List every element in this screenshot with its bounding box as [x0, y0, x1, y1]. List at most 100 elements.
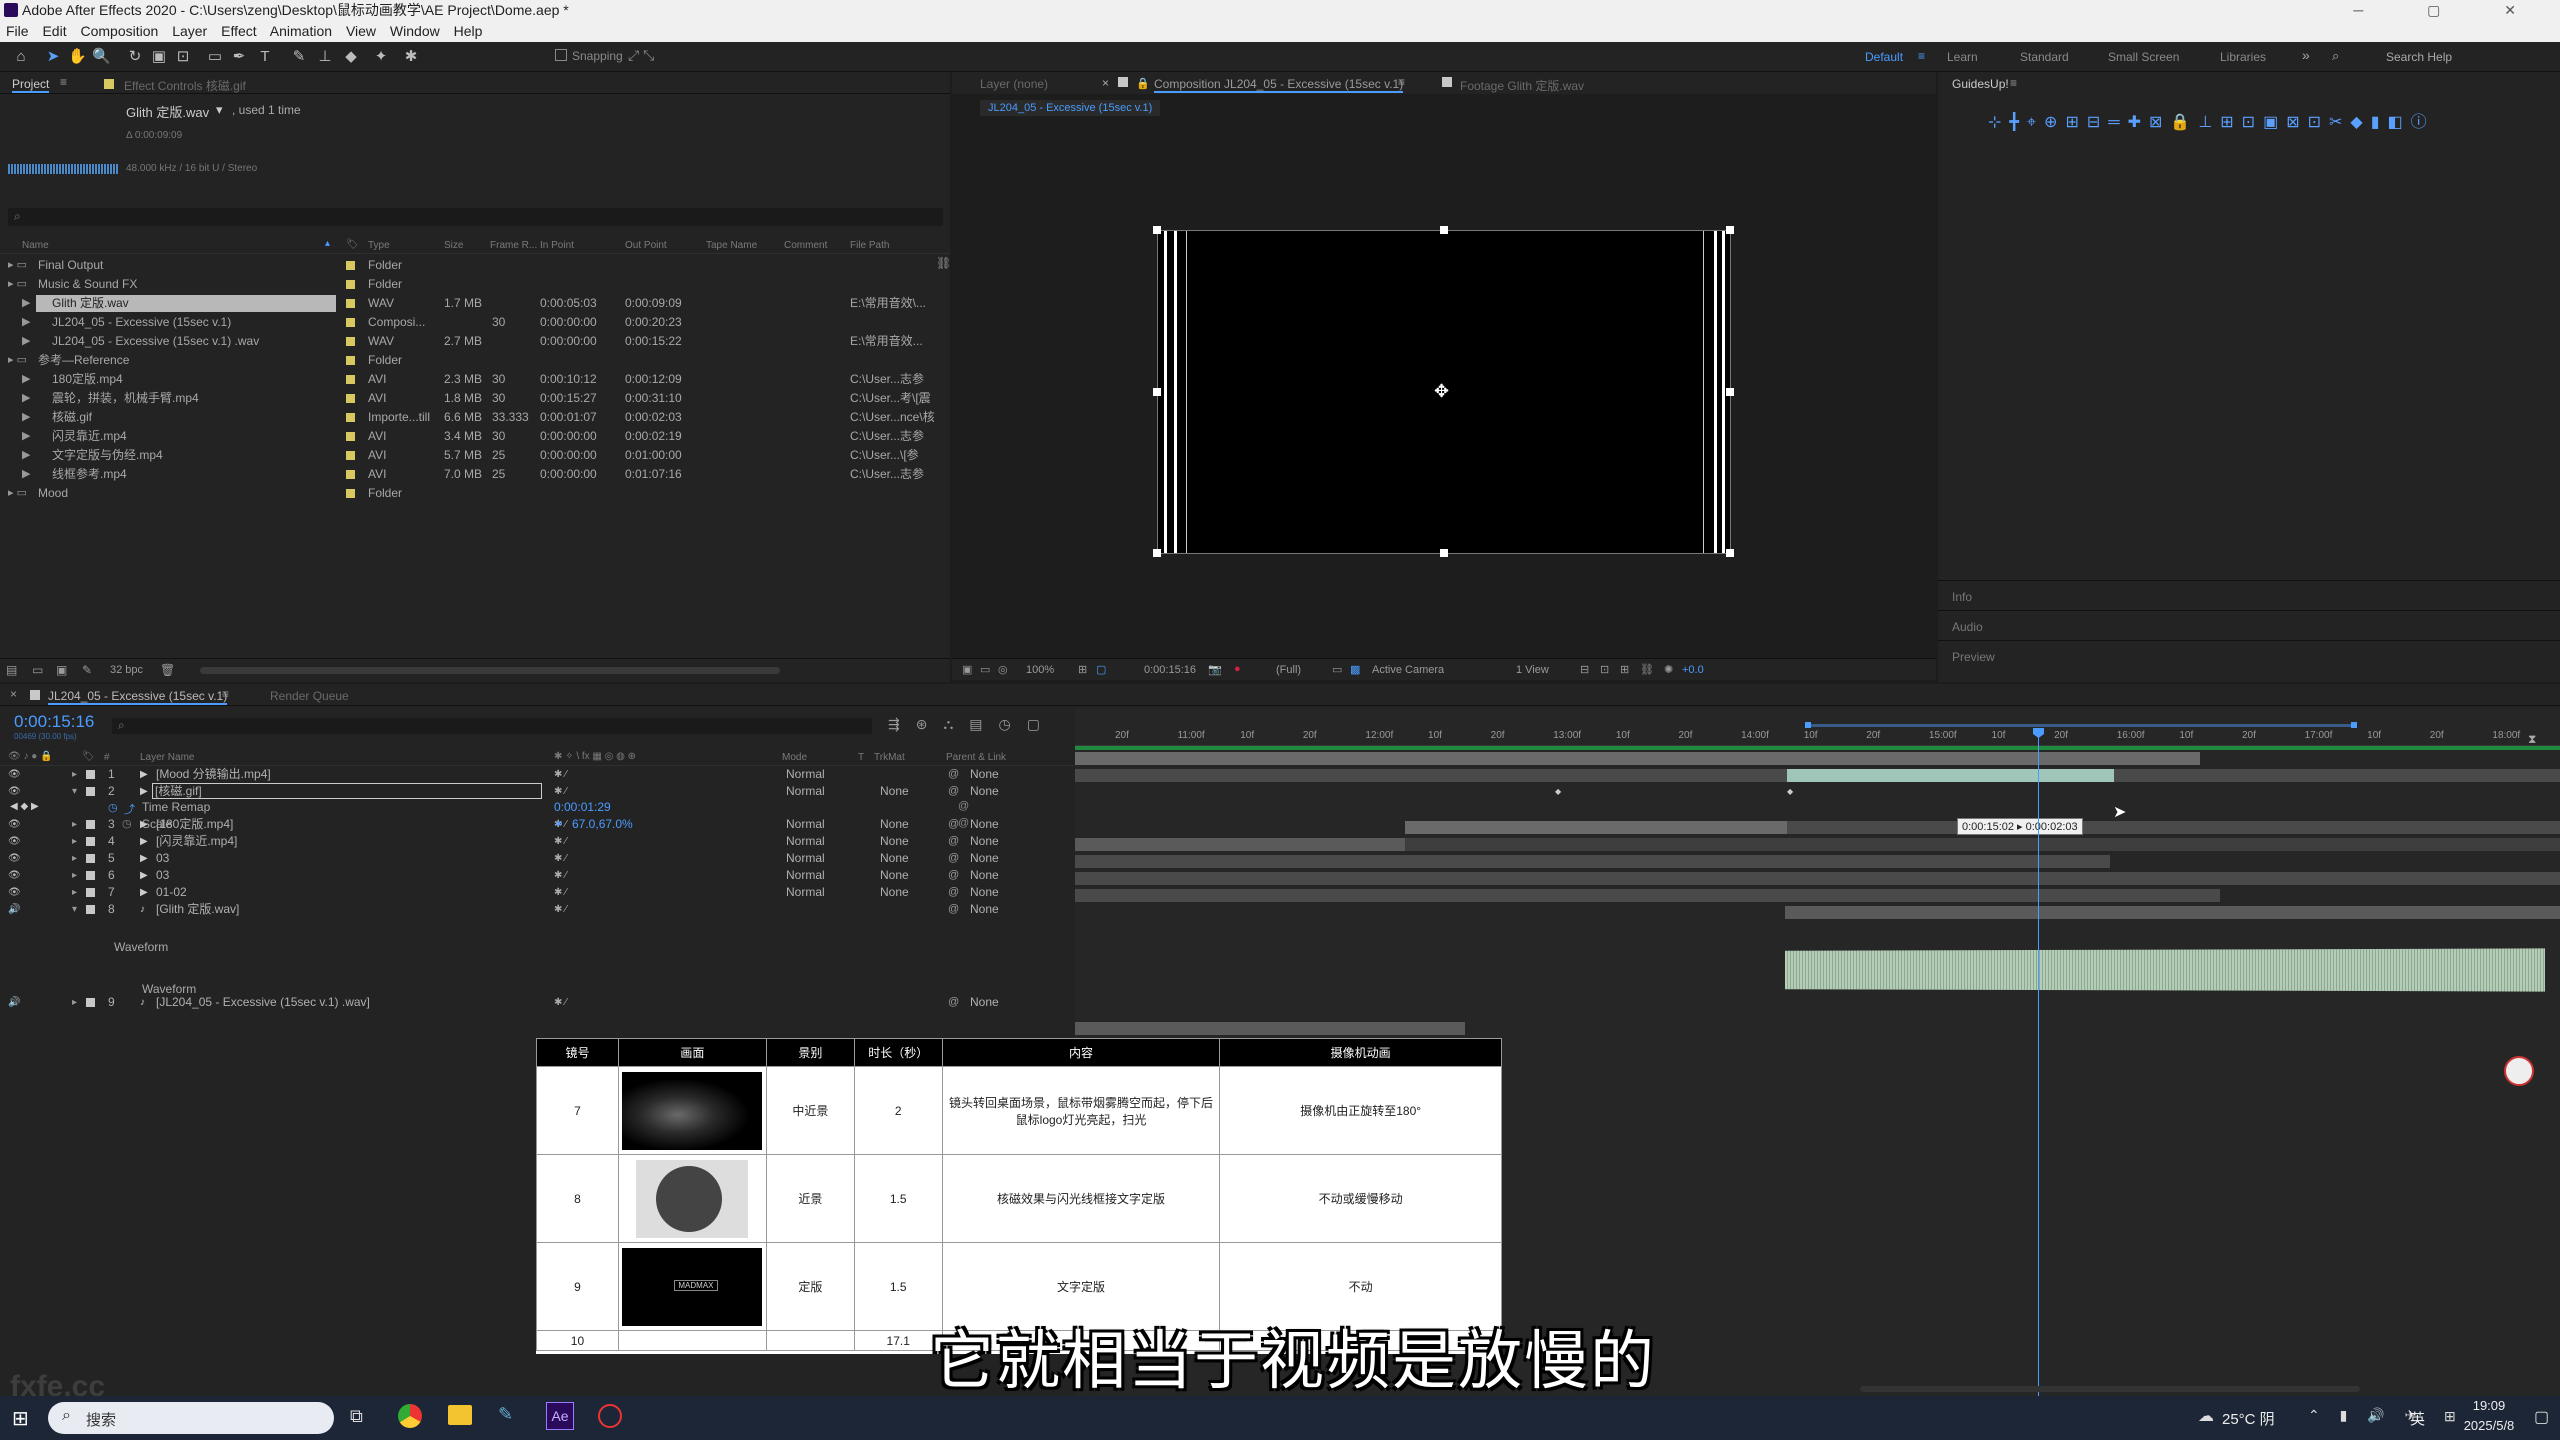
- timeline-icon[interactable]: ⊞: [1620, 663, 1629, 676]
- parent-dropdown[interactable]: None: [970, 850, 999, 867]
- panel-menu-icon[interactable]: ≡: [1398, 75, 1405, 89]
- work-area-range[interactable]: [1808, 724, 2354, 727]
- parent-dropdown[interactable]: None: [970, 884, 999, 901]
- av-switch-icons[interactable]: 👁 ♪ ● 🔒: [8, 751, 53, 762]
- parent-pick-whip-icon[interactable]: @: [948, 994, 959, 1011]
- hand-tool-icon[interactable]: ✋: [68, 48, 87, 66]
- parent-dropdown[interactable]: None: [970, 783, 999, 800]
- close-icon[interactable]: ×: [1102, 76, 1109, 90]
- scale-link-icon[interactable]: ⚭: [554, 817, 564, 831]
- col-name[interactable]: Name: [22, 240, 49, 251]
- blend-mode-dropdown[interactable]: Normal: [786, 833, 825, 850]
- graph-icon[interactable]: ⤴: [124, 801, 135, 817]
- tab-project[interactable]: Project: [12, 77, 50, 93]
- label-color-swatch[interactable]: [346, 489, 355, 498]
- tab-render-queue[interactable]: Render Queue: [270, 689, 349, 703]
- tab-effect-controls[interactable]: Effect Controls 核磁.gif: [124, 77, 246, 94]
- avatar[interactable]: [2504, 1056, 2534, 1086]
- label-icon[interactable]: 🏷: [346, 239, 359, 250]
- panel-menu-icon[interactable]: ≡: [60, 75, 67, 89]
- layer-switches[interactable]: ✱ ⁄: [554, 994, 567, 1011]
- current-time-display[interactable]: 0:00:15:16: [14, 712, 94, 732]
- clock-time[interactable]: 19:09: [2454, 1398, 2524, 1413]
- project-item-row[interactable]: ▸ ▭ 参考—Reference Folder: [0, 351, 950, 370]
- menu-edit[interactable]: Edit: [42, 23, 66, 39]
- resolution-dropdown[interactable]: (Full): [1276, 664, 1301, 676]
- parent-dropdown[interactable]: None: [970, 766, 999, 783]
- flowchart-icon[interactable]: ⛓: [1640, 663, 1654, 676]
- camera-dropdown[interactable]: Active Camera: [1372, 664, 1444, 676]
- blend-mode-dropdown[interactable]: Normal: [786, 783, 825, 800]
- new-folder-icon[interactable]: ▭: [32, 663, 43, 677]
- transparency-grid-icon[interactable]: ▩: [1350, 663, 1360, 676]
- transparency-icon[interactable]: ▢: [1096, 663, 1106, 676]
- tab-footage[interactable]: Footage Glith 定版.wav: [1460, 77, 1584, 94]
- rotate-tool-icon[interactable]: ↻: [126, 48, 144, 66]
- trkmat-dropdown[interactable]: None: [880, 867, 909, 884]
- guides-toolbar[interactable]: ⊹╋⌖⊕⊞⊟═✚⊠🔒⊥⊞⊡▣⊠⊡✂◆▮◧ⓘ: [1988, 108, 2508, 131]
- ime-indicator[interactable]: 英: [2410, 1408, 2425, 1429]
- resolution-icon[interactable]: ⊞: [1078, 663, 1087, 676]
- lock-icon[interactable]: 🔒: [1136, 77, 1150, 90]
- flowchart-icon[interactable]: ⛓: [936, 256, 951, 270]
- keyframe-icon[interactable]: ◆: [1555, 787, 1561, 796]
- trkmat-dropdown[interactable]: None: [880, 850, 909, 867]
- window-controls[interactable]: ─ ▢ ✕: [2353, 0, 2546, 20]
- transform-handle[interactable]: [1153, 388, 1161, 396]
- mask-visibility-icon[interactable]: ◎: [998, 663, 1008, 676]
- menu-file[interactable]: File: [6, 23, 29, 39]
- col-size[interactable]: Size: [444, 240, 463, 251]
- menu-animation[interactable]: Animation: [270, 23, 332, 39]
- layer-name[interactable]: [JL204_05 - Excessive (15sec v.1) .wav]: [156, 994, 370, 1011]
- stopwatch-icon[interactable]: ◷: [108, 801, 118, 814]
- label-color-swatch[interactable]: [346, 470, 355, 479]
- timeline-layer-row[interactable]: 👁 ▾ 2 ▶ [核磁.gif] ✱ ⁄ Normal None @ None: [0, 783, 1075, 800]
- panel-menu-icon[interactable]: ≡: [2010, 76, 2017, 90]
- transform-handle[interactable]: [1726, 226, 1734, 234]
- parent-dropdown[interactable]: None: [970, 994, 999, 1011]
- after-effects-taskbar-icon[interactable]: Ae: [546, 1402, 574, 1430]
- visibility-eye-icon[interactable]: 👁: [8, 783, 21, 800]
- zoom-dropdown[interactable]: 100%: [1026, 664, 1054, 676]
- tab-composition[interactable]: Composition JL204_05 - Excessive (15sec …: [1154, 77, 1404, 93]
- close-icon[interactable]: ×: [10, 687, 17, 701]
- layer-bar-2[interactable]: [1787, 769, 2114, 782]
- col-mode[interactable]: Mode: [782, 752, 807, 763]
- anchor-point-icon[interactable]: ✥: [1434, 381, 1449, 402]
- layer-switches[interactable]: ✱ ⁄: [554, 884, 567, 901]
- label-icon[interactable]: 🏷: [82, 751, 95, 762]
- col-frame-rate[interactable]: Frame R...: [490, 240, 537, 251]
- col-type[interactable]: Type: [368, 240, 390, 251]
- tab-layer[interactable]: Layer (none): [980, 77, 1048, 91]
- color-channel-icon[interactable]: ●: [1234, 663, 1241, 675]
- viewer-timecode[interactable]: 0:00:15:16: [1144, 664, 1196, 676]
- pan-behind-icon[interactable]: ⊡: [174, 48, 192, 66]
- info-panel-tab[interactable]: Info: [1952, 590, 1972, 604]
- twirl-icon[interactable]: ▸: [72, 884, 77, 901]
- transform-handle[interactable]: [1440, 549, 1448, 557]
- weather-text[interactable]: 25°C 阴: [2222, 1408, 2275, 1429]
- parent-dropdown[interactable]: None: [970, 901, 999, 918]
- timeline-layer-row[interactable]: 👁 ▸ 4 ▶ [闪灵靠近.mp4] ✱ ⁄ Normal None @ None: [0, 833, 1075, 850]
- project-item-row[interactable]: ▸ ▭ Final Output Folder: [0, 256, 950, 275]
- menu-effect[interactable]: Effect: [221, 23, 257, 39]
- tab-guidesup[interactable]: GuidesUp!: [1952, 77, 2009, 91]
- parent-dropdown[interactable]: None: [970, 833, 999, 850]
- comp-breadcrumb[interactable]: JL204_05 - Excessive (15sec v.1): [980, 100, 1161, 116]
- label-color-swatch[interactable]: [346, 413, 355, 422]
- audio-toggle-icon[interactable]: 🔊: [8, 994, 20, 1011]
- twirl-icon[interactable]: ▾: [72, 783, 77, 800]
- workspace-menu-icon[interactable]: ≡: [1918, 49, 1925, 63]
- label-color-swatch[interactable]: [346, 451, 355, 460]
- layer-switches[interactable]: ✱ ⁄: [554, 867, 567, 884]
- project-item-row[interactable]: ▶ 闪灵靠近.mp4 AVI 3.4 MB 30 0:00:00:00 0:00:02:19…: [0, 427, 950, 446]
- label-color-swatch[interactable]: [346, 299, 355, 308]
- trkmat-dropdown[interactable]: None: [880, 783, 909, 800]
- stopwatch-icon[interactable]: ◷: [122, 817, 132, 830]
- col-file-path[interactable]: File Path: [850, 240, 889, 251]
- view-layout-dropdown[interactable]: 1 View: [1516, 664, 1549, 676]
- project-item-row[interactable]: ▶ 线框参考.mp4 AVI 7.0 MB 25 0:00:00:00 0:01:07:16…: [0, 465, 950, 484]
- project-scrollbar[interactable]: [200, 667, 780, 674]
- layer-bar-4[interactable]: [1075, 838, 1405, 851]
- col-parent[interactable]: Parent & Link: [946, 752, 1006, 763]
